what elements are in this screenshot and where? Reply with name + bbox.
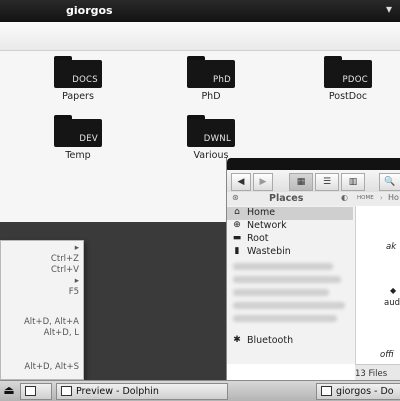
menu-item-submenu-arrow[interactable]: ▸: [1, 243, 79, 253]
home-icon: ⌂: [234, 207, 240, 217]
taskbar: ⏏ Preview - Dolphin giorgos - Do: [0, 380, 400, 401]
task-preview-dolphin[interactable]: Preview - Dolphin: [56, 383, 228, 400]
bluetooth-icon: ✱: [233, 335, 241, 345]
trash-icon: ▮: [234, 246, 240, 256]
file-item[interactable]: aud: [384, 298, 400, 308]
places-item-bluetooth[interactable]: ✱ Bluetooth: [227, 335, 353, 348]
dolphin-window: ◀ ▶ ▦ ☰ ▥ 🔍 ⊛ Places ◐ HOME › Ho ⌂ Home …: [226, 158, 400, 383]
close-icon[interactable]: ▾: [386, 2, 392, 16]
places-item-wastebin[interactable]: ▮ Wastebin: [227, 246, 353, 259]
window-icon: [321, 385, 332, 396]
blurred-item: [233, 263, 333, 270]
places-item-network[interactable]: ⊕ Network: [227, 220, 353, 233]
file-item[interactable]: offi: [380, 350, 394, 360]
menu-item-undo-shortcut[interactable]: Ctrl+Z: [1, 254, 79, 264]
menu-item-shortcut[interactable]: Alt+D, Alt+A: [1, 317, 79, 327]
menu-item-refresh-shortcut[interactable]: F5: [1, 287, 79, 297]
places-title: Places: [269, 193, 304, 204]
folder-icon: DOCS: [54, 56, 102, 88]
breadcrumb-home[interactable]: HOME: [357, 195, 374, 201]
places-item-root[interactable]: ▬ Root: [227, 233, 353, 246]
file-manager-titlebar[interactable]: giorgos ▾: [0, 0, 400, 22]
context-menu: ▸ Ctrl+Z Ctrl+V ▸ F5 Alt+D, Alt+A Alt+D,…: [0, 240, 84, 380]
file-item[interactable]: ak: [386, 242, 396, 252]
blurred-item: [233, 289, 329, 296]
menu-item-shortcut[interactable]: Alt+D, L: [1, 328, 79, 338]
file-view: ak ◆ aud offi: [356, 206, 400, 364]
blurred-item: [233, 315, 337, 322]
folder-label: PostDoc: [328, 91, 368, 102]
folder-temp[interactable]: DEV Temp: [33, 115, 123, 161]
folder-icon: DEV: [54, 115, 102, 147]
folder-phd[interactable]: PhD PhD: [166, 56, 256, 102]
dolphin-toolbar: ◀ ▶ ▦ ☰ ▥ 🔍: [227, 170, 400, 193]
icons-view-button[interactable]: ▦: [289, 173, 313, 191]
folder-icon: PDOC: [324, 56, 372, 88]
places-item-home[interactable]: ⌂ Home: [227, 207, 353, 220]
menu-item-submenu-arrow[interactable]: ▸: [1, 276, 79, 286]
folder-icon: DWNL: [187, 115, 235, 147]
menu-item-shortcut[interactable]: Alt+D, Alt+S: [1, 362, 79, 372]
folder-various[interactable]: DWNL Various: [166, 115, 256, 161]
details-view-button[interactable]: ☰: [315, 173, 339, 191]
launcher-icon[interactable]: ⏏: [2, 383, 16, 398]
places-panel-icon[interactable]: ⊛: [232, 193, 239, 202]
task-giorgos-dolphin[interactable]: giorgos - Do: [316, 383, 400, 400]
file-count: 13 Files: [355, 369, 388, 379]
folder-label: Papers: [62, 91, 94, 102]
dolphin-titlebar[interactable]: [227, 158, 400, 170]
menu-item-paste-shortcut[interactable]: Ctrl+V: [1, 265, 79, 275]
folder-icon: ▬: [232, 233, 242, 243]
breadcrumb-next[interactable]: Ho: [388, 193, 399, 202]
terminal-task-button[interactable]: [20, 383, 52, 400]
split-view-button[interactable]: ▥: [341, 173, 365, 191]
folder-papers[interactable]: DOCS Papers: [33, 56, 123, 102]
folder-label: PhD: [201, 91, 221, 102]
breadcrumb-separator: ›: [380, 194, 383, 202]
window-title: giorgos: [66, 4, 113, 17]
folder-label: Temp: [65, 150, 91, 161]
file-icon: ◆: [390, 286, 397, 295]
panel-toggle-icon[interactable]: ◐: [341, 193, 348, 202]
blurred-item: [233, 302, 345, 309]
file-manager-toolbar: [0, 22, 400, 51]
places-panel: ⌂ Home ⊕ Network ▬ Root ▮ Wastebin ✱ Blu…: [227, 206, 356, 364]
search-button[interactable]: 🔍: [379, 173, 400, 191]
panel-header: ⊛ Places ◐ HOME › Ho: [227, 192, 400, 207]
blurred-item: [233, 276, 341, 283]
network-icon: ⊕: [233, 220, 241, 230]
folder-postdoc[interactable]: PDOC PostDoc: [303, 56, 393, 102]
window-icon: [61, 385, 72, 396]
folder-icon: PhD: [187, 56, 235, 88]
terminal-icon: [25, 385, 36, 396]
back-button[interactable]: ◀: [231, 173, 251, 191]
forward-button[interactable]: ▶: [253, 173, 273, 191]
